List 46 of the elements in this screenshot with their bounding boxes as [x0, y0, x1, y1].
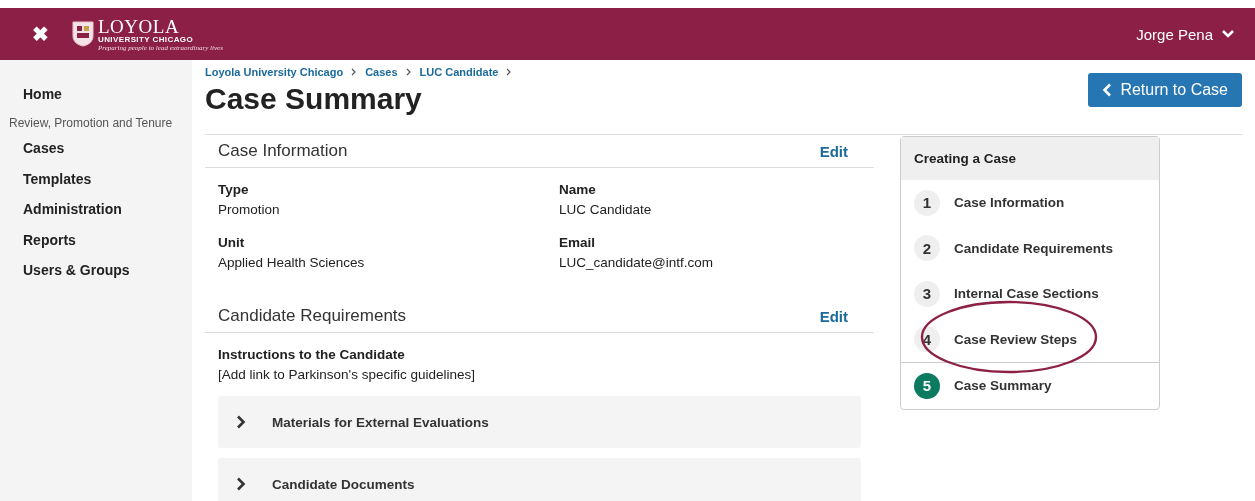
field-label: Name — [559, 182, 597, 197]
return-button[interactable]: Return to Case — [1088, 73, 1242, 107]
step-item[interactable]: 3 Internal Case Sections — [901, 271, 1159, 317]
sidebar-item[interactable]: Templates — [0, 168, 192, 189]
accordion-item[interactable]: Materials for External Evaluations — [218, 396, 861, 448]
chevron-icon — [236, 415, 246, 429]
field-label: Instructions to the Candidate — [218, 347, 406, 362]
close-icon[interactable]: ✖ — [32, 22, 72, 46]
step-item[interactable]: 2 Candidate Requirements — [901, 225, 1159, 271]
chevron-right-icon — [405, 68, 412, 76]
logo-name: LOYOLA — [98, 16, 181, 36]
accordion-item[interactable]: Candidate Documents — [218, 458, 861, 501]
breadcrumb-link[interactable]: Loyola University Chicago — [205, 66, 344, 78]
field-label: Unit — [218, 235, 246, 250]
field-value: LUC_candidate@intf.com — [559, 255, 715, 270]
field-value: [Add link to Parkinson's specific guidelines] — [218, 367, 476, 382]
edit-link[interactable]: Edit — [819, 142, 848, 160]
edit-link[interactable]: Edit — [819, 307, 848, 325]
chevron-down-icon — [1221, 29, 1235, 39]
sidebar-item[interactable]: Reports — [0, 229, 192, 250]
chevron-left-icon — [1102, 83, 1113, 97]
sidebar-item[interactable]: Administration — [0, 199, 192, 219]
page-title: Case Summary — [205, 82, 422, 116]
sidebar-heading: Review, Promotion and Tenure — [8, 116, 174, 130]
field-label: Type — [218, 182, 250, 197]
logo-subtitle: UNIVERSITY CHICAGO — [98, 35, 195, 44]
section-title: Candidate Requirements — [218, 306, 407, 326]
steps-title: Creating a Case — [901, 137, 1159, 180]
field-label: Email — [559, 235, 597, 250]
chevron-right-icon — [506, 68, 513, 76]
section-title: Case Information — [218, 141, 348, 161]
sidebar-item[interactable]: Cases — [0, 138, 192, 158]
sidebar-item[interactable]: Users & Groups — [0, 260, 192, 280]
chevron-right-icon — [351, 68, 358, 76]
field-value: Applied Health Sciences — [218, 255, 366, 270]
breadcrumb-link[interactable]: Cases — [365, 66, 398, 78]
user-menu[interactable]: Jorge Pena — [1136, 25, 1235, 43]
chevron-icon — [236, 477, 246, 491]
step-item[interactable]: 4 Case Review Steps — [901, 316, 1159, 362]
step-item[interactable]: 1 Case Information — [901, 180, 1159, 226]
step-item[interactable]: 5 Case Summary — [901, 362, 1159, 409]
sidebar-item[interactable]: Home — [0, 84, 192, 104]
field-value: LUC Candidate — [559, 202, 653, 217]
breadcrumb-link[interactable]: LUC Candidate — [419, 66, 499, 78]
crest-icon — [72, 21, 94, 47]
field-value: Promotion — [218, 202, 281, 217]
